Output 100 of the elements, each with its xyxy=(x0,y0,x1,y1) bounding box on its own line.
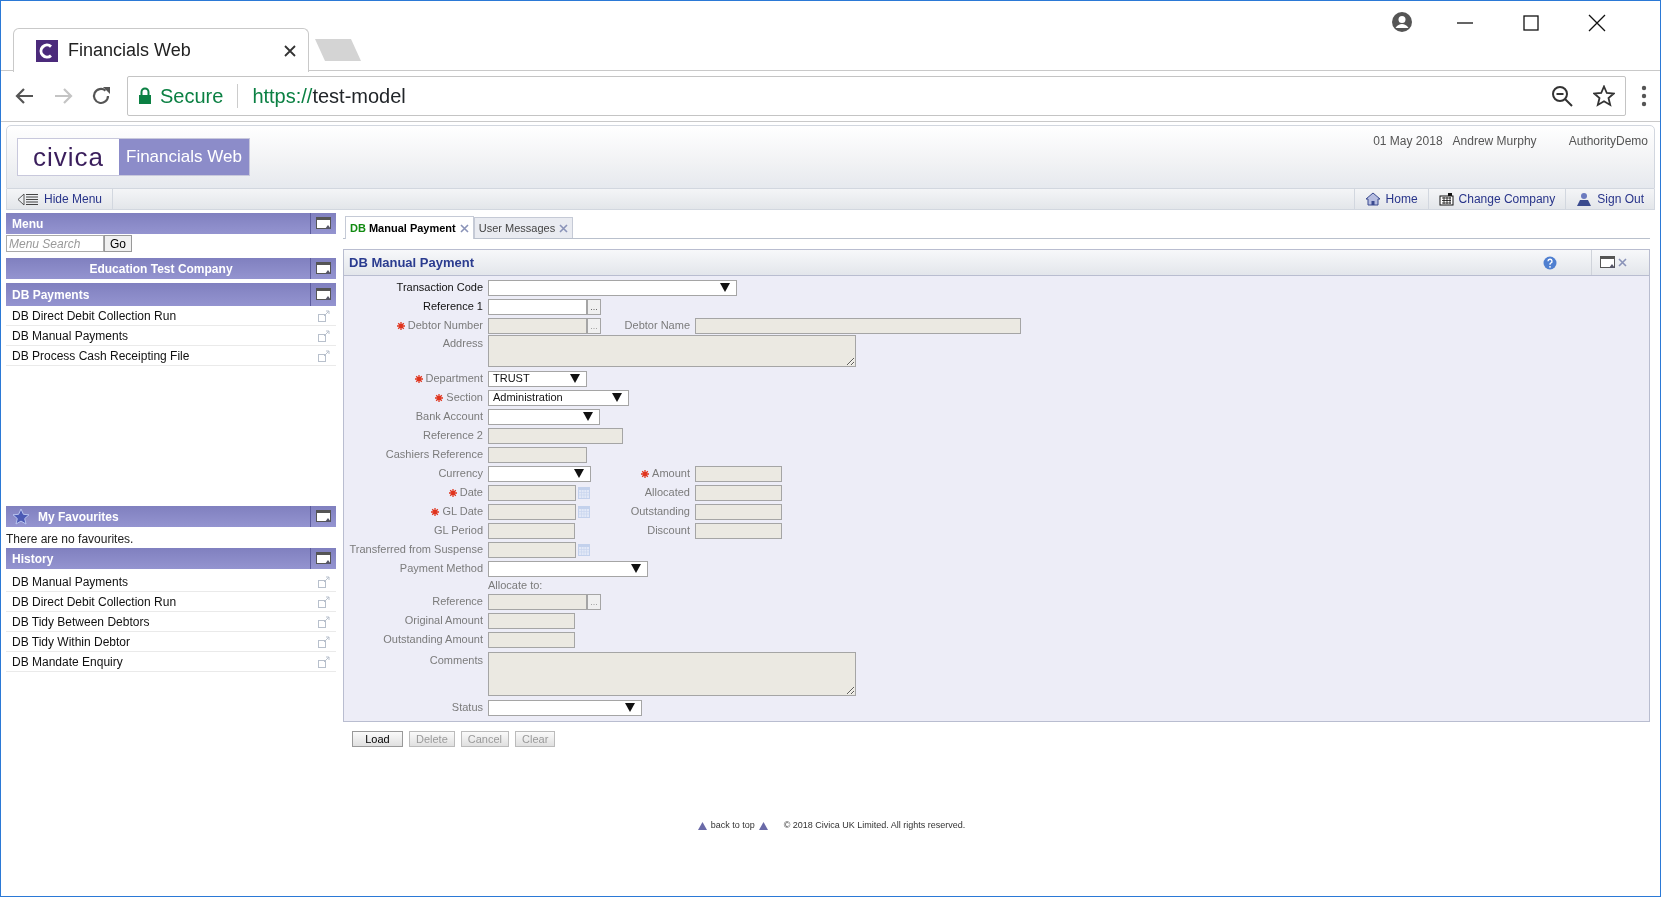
menu-item[interactable]: DB Process Cash Receipting File xyxy=(6,346,336,366)
required-icon xyxy=(448,488,457,497)
external-link-icon[interactable] xyxy=(318,575,330,588)
caret-icon xyxy=(720,283,730,292)
field-label: Cashiers Reference xyxy=(385,447,483,463)
field-label: GL Period xyxy=(433,523,483,539)
external-link-icon[interactable] xyxy=(318,655,330,668)
hide-menu-button[interactable]: Hide Menu xyxy=(7,189,114,209)
field-label: Date xyxy=(459,485,483,501)
external-link-icon[interactable] xyxy=(318,329,330,342)
folder-icon[interactable] xyxy=(315,288,332,301)
required-icon xyxy=(435,393,444,402)
window-icon[interactable] xyxy=(1600,256,1616,269)
browser-tab[interactable]: Financials Web xyxy=(13,28,309,72)
go-button[interactable]: Go xyxy=(104,235,132,252)
field-label: Transaction Code xyxy=(396,280,483,296)
app-favicon-icon xyxy=(36,39,58,62)
window-icon[interactable] xyxy=(315,510,332,523)
caret-icon xyxy=(570,374,580,383)
field-label: Comments xyxy=(429,653,483,668)
required-icon xyxy=(641,469,650,478)
field-label: Currency xyxy=(438,466,483,482)
building-icon xyxy=(1438,192,1454,206)
address-bar[interactable]: Secure https://test-model xyxy=(127,76,1626,116)
help-icon[interactable] xyxy=(1543,255,1557,270)
form-button[interactable]: Load xyxy=(352,731,403,747)
caret-icon xyxy=(574,469,584,478)
external-link-icon[interactable] xyxy=(318,349,330,362)
field-label: Discount xyxy=(647,523,690,539)
menu-item[interactable]: DB Tidy Within Debtor xyxy=(6,632,336,652)
field-label: Address xyxy=(442,336,483,351)
field-label: Reference 1 xyxy=(423,299,483,315)
up-arrow-icon xyxy=(697,821,707,830)
menu-collapse-icon xyxy=(17,192,39,206)
field-label: Reference 2 xyxy=(423,428,483,444)
toolbar-link[interactable]: Home xyxy=(1353,189,1428,209)
caret-icon xyxy=(583,412,593,421)
tab[interactable]: DB Manual Payment xyxy=(345,216,474,239)
toolbar-link[interactable]: Sign Out xyxy=(1565,189,1654,209)
person-icon xyxy=(1576,191,1593,207)
section-note: Allocate to: xyxy=(488,578,544,592)
dropdown[interactable]: TRUST xyxy=(488,370,587,387)
star-icon xyxy=(12,508,30,525)
field-label: Department xyxy=(425,371,483,387)
up-arrow-icon xyxy=(758,821,768,830)
field-label: Payment Method xyxy=(399,561,483,577)
field-label: Debtor Number xyxy=(407,318,483,334)
lock-icon xyxy=(138,87,152,105)
copyright-text: © 2018 Civica UK Limited. All rights reserved. xyxy=(783,819,966,832)
tab-title: Financials Web xyxy=(68,39,192,62)
empty-message: There are no favourites. xyxy=(6,531,135,548)
caret-icon xyxy=(625,703,635,712)
external-link-icon[interactable] xyxy=(318,595,330,608)
external-link-icon[interactable] xyxy=(318,635,330,648)
zoom-icon[interactable] xyxy=(1551,85,1573,107)
dropdown[interactable]: Administration xyxy=(488,389,629,406)
menu-item[interactable]: DB Tidy Between Debtors xyxy=(6,612,336,632)
toolbar-link[interactable]: Change Company xyxy=(1427,189,1566,209)
menu-item[interactable]: DB Direct Debit Collection Run xyxy=(6,592,336,612)
logo-text: civica xyxy=(18,139,119,175)
dropdown[interactable] xyxy=(488,408,600,425)
window-icon[interactable] xyxy=(315,262,332,275)
back-to-top-link[interactable]: back to top xyxy=(710,819,755,833)
field-label: Bank Account xyxy=(415,409,483,425)
home-icon xyxy=(1364,192,1381,206)
field-label: Outstanding xyxy=(630,504,690,520)
menu-item[interactable]: DB Manual Payments xyxy=(6,326,336,346)
search-field[interactable]: Menu Search xyxy=(6,235,104,252)
required-icon xyxy=(414,374,423,383)
external-link-icon[interactable] xyxy=(318,309,330,322)
lookup-button[interactable]: ... xyxy=(587,298,601,315)
field-label: Transferred from Suspense xyxy=(349,542,483,558)
bookmark-star-icon[interactable] xyxy=(1593,85,1615,107)
required-icon xyxy=(431,507,440,516)
menu-item[interactable]: DB Direct Debit Collection Run xyxy=(6,306,336,326)
authority-name: AuthorityDemo xyxy=(1568,133,1648,150)
user-name: Andrew Murphy xyxy=(1452,133,1537,150)
external-link-icon[interactable] xyxy=(318,615,330,628)
tab[interactable]: User Messages xyxy=(473,217,574,238)
product-name: Financials Web xyxy=(119,139,249,175)
field-label: Amount xyxy=(652,466,690,482)
account-icon[interactable] xyxy=(1391,11,1413,33)
close-icon[interactable] xyxy=(284,44,296,57)
caret-icon xyxy=(631,564,641,573)
date-text: 01 May 2018 xyxy=(1373,133,1443,150)
url-text: https://test-model xyxy=(252,84,406,109)
dropdown[interactable] xyxy=(488,465,591,482)
window-icon[interactable] xyxy=(315,552,332,565)
input-field[interactable] xyxy=(488,298,587,315)
menu-item[interactable]: DB Mandate Enquiry xyxy=(6,652,336,672)
field-label: Allocated xyxy=(644,485,690,501)
field-label: Debtor Name xyxy=(624,318,690,334)
field-label: Section xyxy=(446,390,483,406)
required-icon xyxy=(396,321,405,330)
field-label: Original Amount xyxy=(404,613,483,629)
secure-label: Secure xyxy=(160,84,224,109)
field-label: Outstanding Amount xyxy=(383,632,483,648)
menu-icon[interactable] xyxy=(1640,85,1648,107)
window-icon[interactable] xyxy=(315,217,332,230)
menu-item[interactable]: DB Manual Payments xyxy=(6,572,336,592)
